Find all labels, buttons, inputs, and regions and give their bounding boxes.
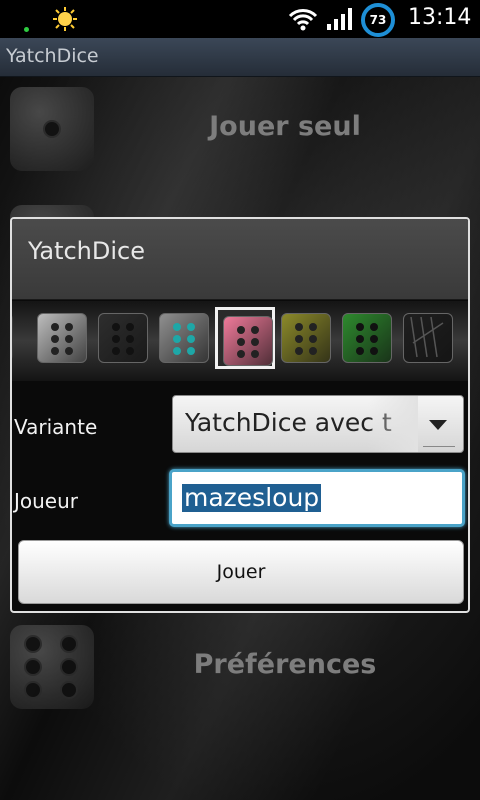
- new-game-dialog: YatchDice Variante YatchDice avec t Joue…: [10, 217, 470, 613]
- dice-skin-pink[interactable]: [215, 307, 275, 369]
- menu-item-play-solo[interactable]: Jouer seul: [0, 77, 480, 177]
- clock: 13:14: [408, 5, 472, 30]
- notification-dot-icon: [24, 27, 29, 32]
- dialog-title-bar: YatchDice: [12, 219, 468, 300]
- die-one-icon: [10, 87, 94, 171]
- player-label: Joueur: [14, 489, 79, 513]
- menu-item-preferences-label: Préférences: [193, 649, 377, 680]
- die-six-icon: [10, 625, 94, 709]
- title-bar: YatchDice: [0, 38, 480, 77]
- wifi-icon: [288, 9, 318, 31]
- battery-level: 73: [369, 13, 387, 27]
- play-button[interactable]: Jouer: [18, 540, 464, 604]
- player-name-value: mazesloup: [182, 483, 322, 512]
- weather-sun-icon: [53, 7, 77, 31]
- variant-select[interactable]: YatchDice avec t: [172, 395, 464, 453]
- dice-skin-green[interactable]: [337, 307, 397, 369]
- dropdown-arrow-icon: [429, 420, 447, 430]
- battery-icon: 73: [361, 3, 395, 37]
- dice-skin-olive[interactable]: [276, 307, 336, 369]
- menu-item-play-solo-label: Jouer seul: [209, 111, 361, 142]
- dice-skin-scratched[interactable]: [398, 307, 458, 369]
- variant-label: Variante: [14, 415, 98, 439]
- dice-skin-gallery[interactable]: [12, 301, 468, 381]
- status-bar: 73 13:14: [0, 0, 480, 38]
- player-name-input[interactable]: mazesloup: [169, 469, 465, 527]
- dice-skin-dark[interactable]: [93, 307, 153, 369]
- dice-skin-grey[interactable]: [32, 307, 92, 369]
- signal-icon: [327, 8, 352, 30]
- app-title: YatchDice: [6, 45, 99, 67]
- menu-item-preferences[interactable]: Préférences: [0, 615, 480, 715]
- dialog-title: YatchDice: [28, 237, 145, 265]
- dice-skin-teal[interactable]: [154, 307, 214, 369]
- dice-skin-partial: [12, 307, 20, 369]
